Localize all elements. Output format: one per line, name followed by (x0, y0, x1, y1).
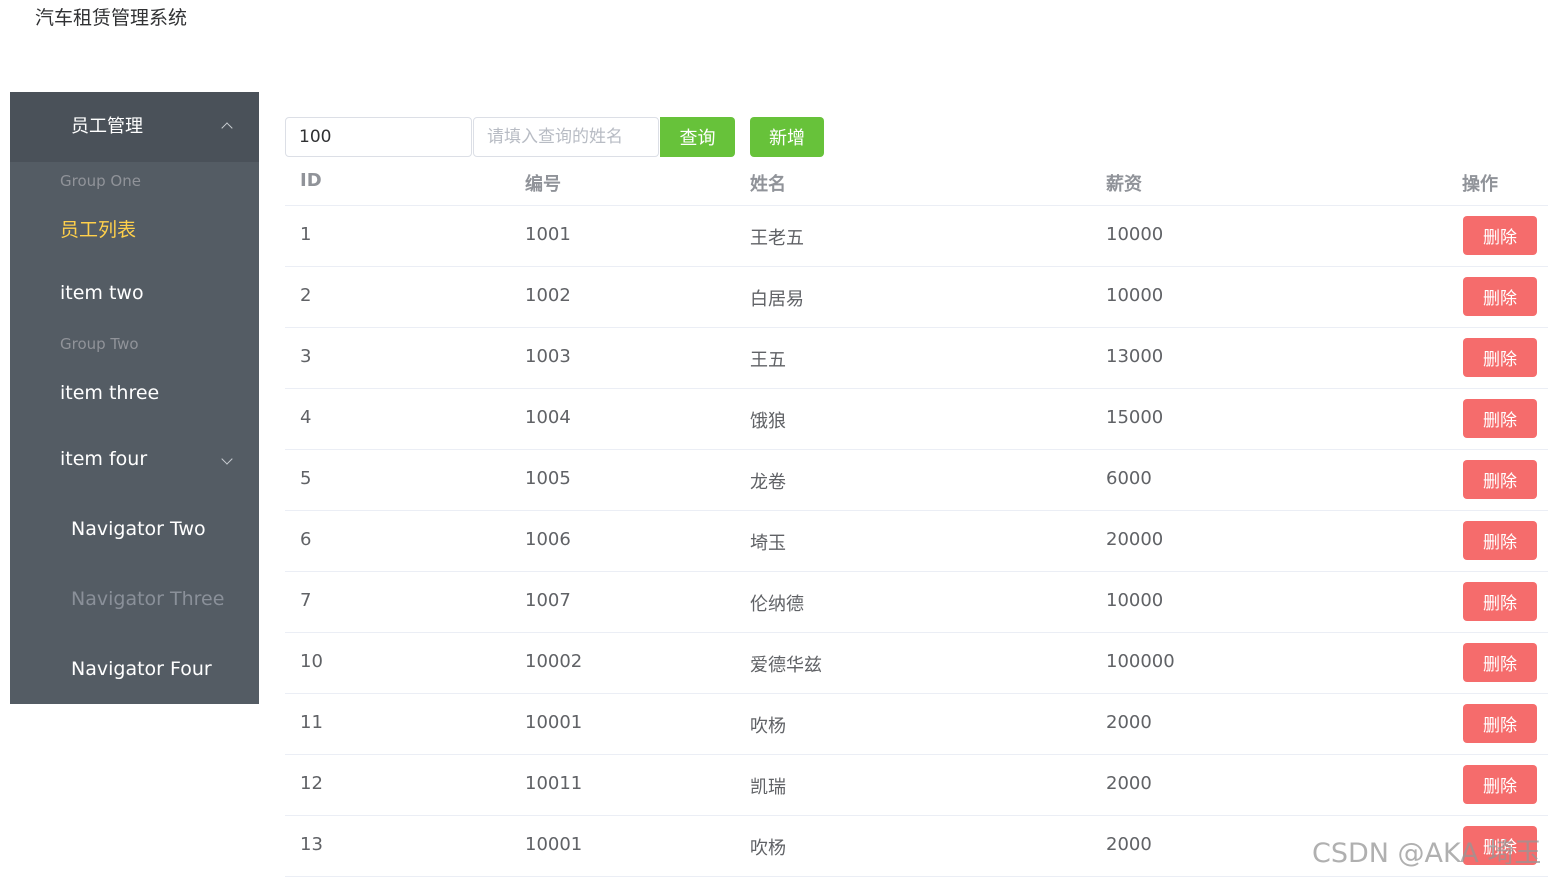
table-row: 12 10011 凯瑞 2000 删除 (285, 755, 1548, 816)
header-actions: 操作 (1462, 174, 1498, 195)
cell-id: 1 (300, 224, 312, 245)
delete-button[interactable]: 删除 (1463, 765, 1537, 804)
table-row: 5 1005 龙卷 6000 删除 (285, 450, 1548, 511)
table-row: 4 1004 饿狼 15000 删除 (285, 389, 1548, 450)
cell-code: 1005 (525, 468, 571, 489)
submenu-employee-management[interactable]: 员工管理 (10, 92, 259, 162)
menu-group-one-title: Group One (60, 172, 141, 190)
delete-button[interactable]: 删除 (1463, 704, 1537, 743)
watermark: CSDN @AKA 埼玉 (1312, 838, 1542, 869)
header-id: ID (300, 170, 322, 191)
table-row: 6 1006 埼玉 20000 删除 (285, 511, 1548, 572)
cell-id: 12 (300, 773, 323, 794)
query-button[interactable]: 查询 (660, 117, 735, 157)
name-search-input[interactable] (473, 117, 659, 157)
delete-button[interactable]: 删除 (1463, 582, 1537, 621)
header-name: 姓名 (750, 174, 786, 195)
cell-name: 吹杨 (750, 838, 786, 859)
id-search-input[interactable] (285, 117, 472, 157)
app-title: 汽车租赁管理系统 (35, 7, 188, 29)
table-row: 11 10001 吹杨 2000 删除 (285, 694, 1548, 755)
cell-id: 7 (300, 590, 312, 611)
submenu-item-four[interactable]: item four (60, 445, 147, 473)
table-row: 1 1001 王老五 10000 删除 (285, 206, 1548, 267)
cell-name: 王老五 (750, 228, 804, 249)
table-body: 1 1001 王老五 10000 删除 2 1002 白居易 10000 删除 3 1003 王五 130… (285, 206, 1548, 877)
cell-salary: 2000 (1106, 834, 1152, 855)
delete-button[interactable]: 删除 (1463, 399, 1537, 438)
menu-navigator-four[interactable]: Navigator Four (71, 655, 212, 683)
table-row: 7 1007 伦纳德 10000 删除 (285, 572, 1548, 633)
cell-salary: 2000 (1106, 773, 1152, 794)
delete-button[interactable]: 删除 (1463, 643, 1537, 682)
table-row: 3 1003 王五 13000 删除 (285, 328, 1548, 389)
cell-salary: 100000 (1106, 651, 1175, 672)
add-button[interactable]: 新增 (750, 117, 824, 157)
cell-salary: 20000 (1106, 529, 1164, 550)
menu-navigator-three: Navigator Three (71, 588, 225, 610)
cell-salary: 6000 (1106, 468, 1152, 489)
cell-name: 埼玉 (750, 533, 786, 554)
chevron-down-icon (221, 453, 233, 465)
table-row: 2 1002 白居易 10000 删除 (285, 267, 1548, 328)
header-salary: 薪资 (1106, 174, 1142, 195)
menu-item-employee-list[interactable]: 员工列表 (60, 216, 136, 244)
menu-navigator-two[interactable]: Navigator Two (71, 515, 206, 543)
delete-button[interactable]: 删除 (1463, 521, 1537, 560)
cell-salary: 10000 (1106, 590, 1164, 611)
delete-button[interactable]: 删除 (1463, 338, 1537, 377)
cell-name: 饿狼 (750, 411, 786, 432)
submenu-item-four-label: item four (60, 448, 148, 470)
menu-group-two-title: Group Two (60, 335, 139, 353)
cell-salary: 10000 (1106, 224, 1164, 245)
submenu-title: 员工管理 (71, 116, 143, 137)
cell-name: 凯瑞 (750, 777, 786, 798)
cell-code: 1003 (525, 346, 571, 367)
table-row: 10 10002 爱德华兹 100000 删除 (285, 633, 1548, 694)
cell-id: 6 (300, 529, 312, 550)
cell-id: 3 (300, 346, 312, 367)
cell-name: 伦纳德 (750, 594, 804, 615)
delete-button[interactable]: 删除 (1463, 216, 1537, 255)
cell-name: 白居易 (750, 289, 804, 310)
cell-salary: 2000 (1106, 712, 1152, 733)
cell-name: 爱德华兹 (750, 655, 822, 676)
cell-id: 10 (300, 651, 323, 672)
cell-code: 10001 (525, 712, 583, 733)
cell-code: 10001 (525, 834, 583, 855)
cell-code: 1001 (525, 224, 571, 245)
cell-id: 13 (300, 834, 323, 855)
header-code: 编号 (525, 174, 561, 195)
cell-id: 11 (300, 712, 323, 733)
cell-id: 2 (300, 285, 312, 306)
employee-table: ID 编号 姓名 薪资 操作 1 1001 王老五 10000 删除 2 1002 白居易 10… (285, 158, 1548, 877)
cell-id: 5 (300, 468, 312, 489)
cell-name: 龙卷 (750, 472, 786, 493)
cell-code: 10011 (525, 773, 583, 794)
menu-item-two[interactable]: item two (60, 279, 144, 307)
menu-item-three[interactable]: item three (60, 379, 159, 407)
chevron-up-icon (221, 122, 233, 134)
delete-button[interactable]: 删除 (1463, 460, 1537, 499)
cell-salary: 10000 (1106, 285, 1164, 306)
sidebar-menu: 员工管理 Group One 员工列表 item two Group Two i… (10, 92, 259, 704)
cell-name: 吹杨 (750, 716, 786, 737)
table-header: ID 编号 姓名 薪资 操作 (285, 158, 1548, 206)
cell-id: 4 (300, 407, 312, 428)
delete-button[interactable]: 删除 (1463, 277, 1537, 316)
cell-code: 1006 (525, 529, 571, 550)
cell-name: 王五 (750, 350, 786, 371)
cell-code: 1002 (525, 285, 571, 306)
cell-salary: 15000 (1106, 407, 1164, 428)
cell-code: 1004 (525, 407, 571, 428)
cell-code: 1007 (525, 590, 571, 611)
cell-code: 10002 (525, 651, 583, 672)
cell-salary: 13000 (1106, 346, 1164, 367)
